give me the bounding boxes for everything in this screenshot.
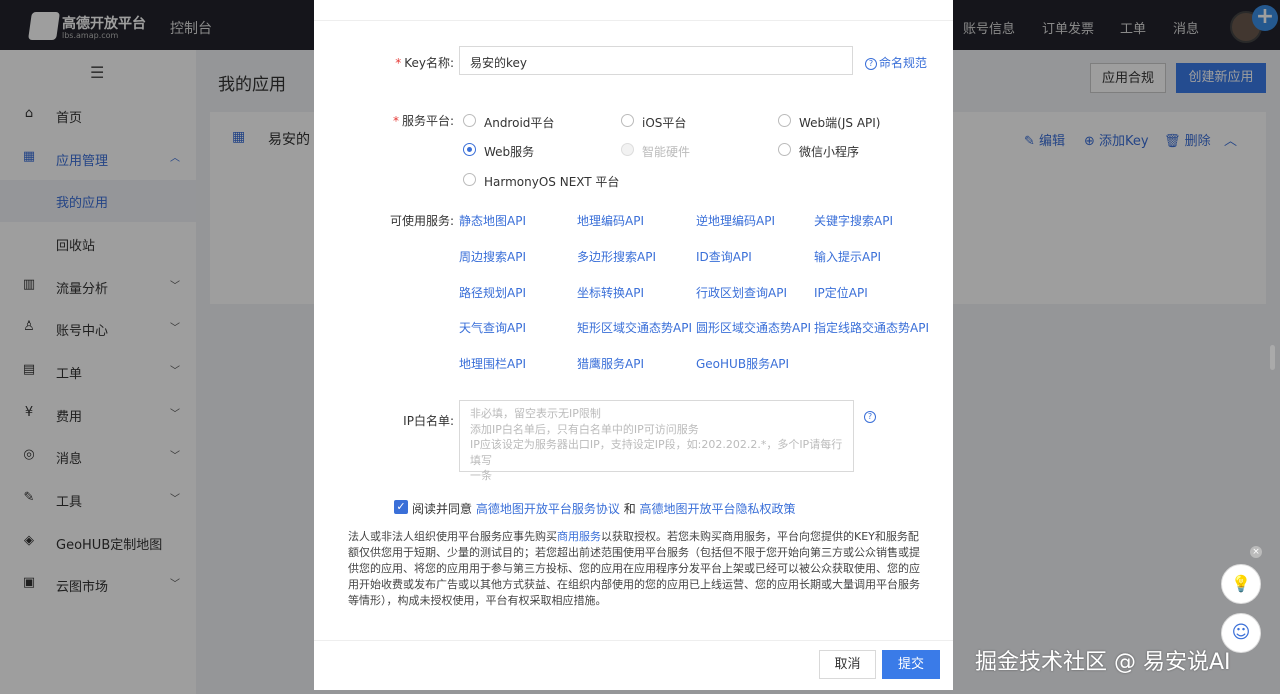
question-icon[interactable]: ? [864, 411, 876, 423]
service-link[interactable]: 静态地图API [459, 212, 526, 229]
service-link[interactable]: 天气查询API [459, 319, 526, 336]
service-link[interactable]: ID查询API [696, 248, 752, 265]
modal-top-divider [314, 20, 953, 21]
service-link[interactable]: 关键字搜索API [814, 212, 893, 229]
service-link[interactable]: 地理围栏API [459, 355, 526, 372]
ip-placeholder-line: 非必填，留空表示无IP限制 [470, 407, 601, 420]
service-link[interactable]: 地理编码API [577, 212, 644, 229]
legal-notice: 法人或非法人组织使用平台服务应事先购买商用服务以获取授权。若您未购买商用服务，平… [348, 530, 920, 607]
scrollbar[interactable] [1268, 118, 1276, 688]
service-link[interactable]: IP定位API [814, 284, 868, 301]
agree-checkbox[interactable]: ✓ [394, 500, 408, 514]
service-link[interactable]: 圆形区域交通态势API [696, 319, 811, 336]
question-icon: ? [865, 58, 877, 70]
lightbulb-icon[interactable]: 💡 [1221, 564, 1261, 604]
close-icon[interactable]: × [1250, 546, 1262, 558]
ip-whitelist-label: IP白名单: [403, 414, 454, 428]
submit-button[interactable]: 提交 [882, 650, 940, 679]
service-link[interactable]: 多边形搜索API [577, 248, 656, 265]
platform-label: * 服务平台: [392, 114, 454, 128]
privacy-policy-link[interactable]: 高德地图开放平台隐私权政策 [640, 502, 796, 516]
agreement-text: 阅读并同意 高德地图开放平台服务协议 和 高德地图开放平台隐私权政策 [412, 502, 796, 516]
commercial-service-link[interactable]: 商用服务 [557, 530, 601, 543]
modal-footer-divider [314, 640, 953, 641]
service-link[interactable]: 矩形区域交通态势API [577, 319, 692, 336]
key-name-input[interactable]: 易安的key [459, 46, 853, 75]
service-link[interactable]: GeoHUB服务API [696, 355, 789, 372]
ip-placeholder-line: IP应该设定为服务器出口IP，支持设定IP段，如:202.202.2.*，多个I… [470, 438, 843, 467]
create-key-modal: * Key名称: 易安的key ? 命名规范 * 服务平台: Android平台 iO… [314, 0, 953, 690]
service-link[interactable]: 逆地理编码API [696, 212, 775, 229]
cancel-button[interactable]: 取消 [819, 650, 876, 679]
scrollbar-thumb[interactable] [1270, 345, 1275, 370]
required-mark: * [392, 114, 399, 128]
service-link[interactable]: 猎鹰服务API [577, 355, 644, 372]
ip-placeholder-line: 添加IP白名单后，只有白名单中的IP可访问服务 [470, 422, 699, 436]
services-label: 可使用服务: [389, 214, 454, 228]
service-link[interactable]: 输入提示API [814, 248, 881, 265]
service-link[interactable]: 坐标转换API [577, 284, 644, 301]
naming-rule-link[interactable]: ? 命名规范 [865, 54, 927, 71]
required-mark: * [395, 56, 402, 70]
watermark: 掘金技术社区 @ 易安说AI [975, 650, 1231, 675]
service-link[interactable]: 指定线路交通态势API [814, 319, 929, 336]
service-link[interactable]: 周边搜索API [459, 248, 526, 265]
ip-whitelist-textarea[interactable]: 非必填，留空表示无IP限制 添加IP白名单后，只有白名单中的IP可访问服务 IP… [459, 400, 854, 482]
service-link[interactable]: 路径规划API [459, 284, 526, 301]
service-link[interactable]: 行政区划查询API [696, 284, 787, 301]
service-agreement-link[interactable]: 高德地图开放平台服务协议 [476, 502, 620, 516]
ip-placeholder-line: 一条 [470, 469, 492, 482]
key-name-label: * Key名称: [395, 56, 454, 70]
